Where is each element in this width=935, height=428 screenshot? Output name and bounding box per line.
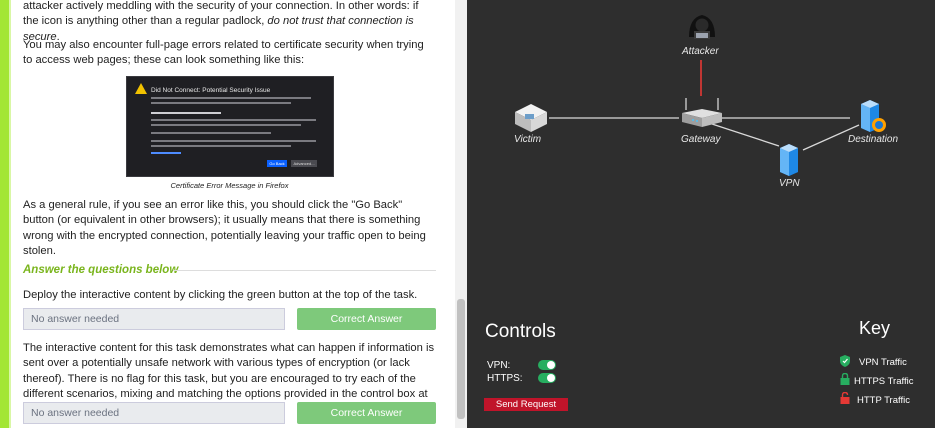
cert-image-text-line (151, 145, 291, 147)
attacker-label: Attacker (682, 46, 719, 57)
victim-computer-icon (515, 104, 547, 132)
question-2-answer-field[interactable]: No answer needed (23, 402, 285, 424)
destination-label: Destination (848, 134, 899, 145)
vpn-label: VPN (779, 178, 800, 189)
warning-icon (135, 83, 147, 94)
destination-server-icon (861, 100, 886, 132)
vpn-toggle-knob (547, 361, 555, 369)
left-pane-scrollbar[interactable] (455, 0, 467, 428)
vpn-toggle-label: VPN: (487, 360, 511, 371)
https-toggle-label: HTTPS: (487, 373, 523, 384)
questions-header-divider (173, 270, 436, 271)
full-page-errors-paragraph: You may also encounter full-page errors … (23, 39, 424, 67)
send-request-button[interactable]: Send Request (484, 398, 568, 411)
cert-image-text-line (151, 119, 316, 121)
question-1-correct-answer-button[interactable]: Correct Answer (297, 308, 436, 330)
cert-image-text-line (151, 132, 271, 134)
cert-image-text-line (151, 140, 316, 142)
gateway-label: Gateway (681, 134, 721, 145)
key-title: Key (859, 318, 891, 338)
vpn-server-icon (780, 144, 798, 176)
cert-image-text-line (151, 124, 301, 126)
controls-title: Controls (485, 321, 556, 342)
general-rule-paragraph: As a general rule, if you see an error l… (23, 199, 426, 258)
cert-image-text-line (151, 102, 291, 104)
key-https-traffic: HTTPS Traffic (854, 376, 914, 387)
key-vpn-traffic: VPN Traffic (859, 357, 907, 368)
question-2-correct-answer-button[interactable]: Correct Answer (297, 402, 436, 424)
task-content-pane: attacker actively meddling with the secu… (0, 0, 455, 428)
cert-image-go-back-button: Go Back (267, 160, 287, 167)
cert-image-text-line (151, 112, 221, 114)
cert-image-advanced-button: Advanced... (291, 160, 317, 167)
scrollbar-thumb[interactable] (457, 299, 465, 419)
lock-icon (840, 373, 850, 385)
question-1-answer-field[interactable]: No answer needed (23, 308, 285, 330)
https-toggle-knob (547, 374, 555, 382)
cert-image-link-line (151, 152, 181, 154)
shield-icon (840, 355, 850, 367)
gateway-router-icon (682, 98, 722, 127)
questions-header: Answer the questions below (23, 264, 179, 276)
image-caption: Certificate Error Message in Firefox (170, 181, 289, 190)
gateway-vpn-link (711, 123, 780, 147)
task-accent-bar-inner (9, 0, 11, 428)
certificate-error-image: Did Not Connect: Potential Security Issu… (126, 76, 334, 177)
cert-image-text-line (151, 97, 311, 99)
victim-label: Victim (514, 134, 542, 145)
https-toggle[interactable] (538, 373, 556, 383)
interactive-network-pane: Attacker Victim Gateway Destination VPN … (467, 0, 935, 428)
unlock-icon (840, 392, 850, 404)
key-http-traffic: HTTP Traffic (857, 395, 910, 406)
attacker-icon (689, 15, 715, 39)
task-accent-bar (0, 0, 9, 428)
question-1-text: Deploy the interactive content by clicki… (23, 289, 418, 301)
vpn-toggle[interactable] (538, 360, 556, 370)
